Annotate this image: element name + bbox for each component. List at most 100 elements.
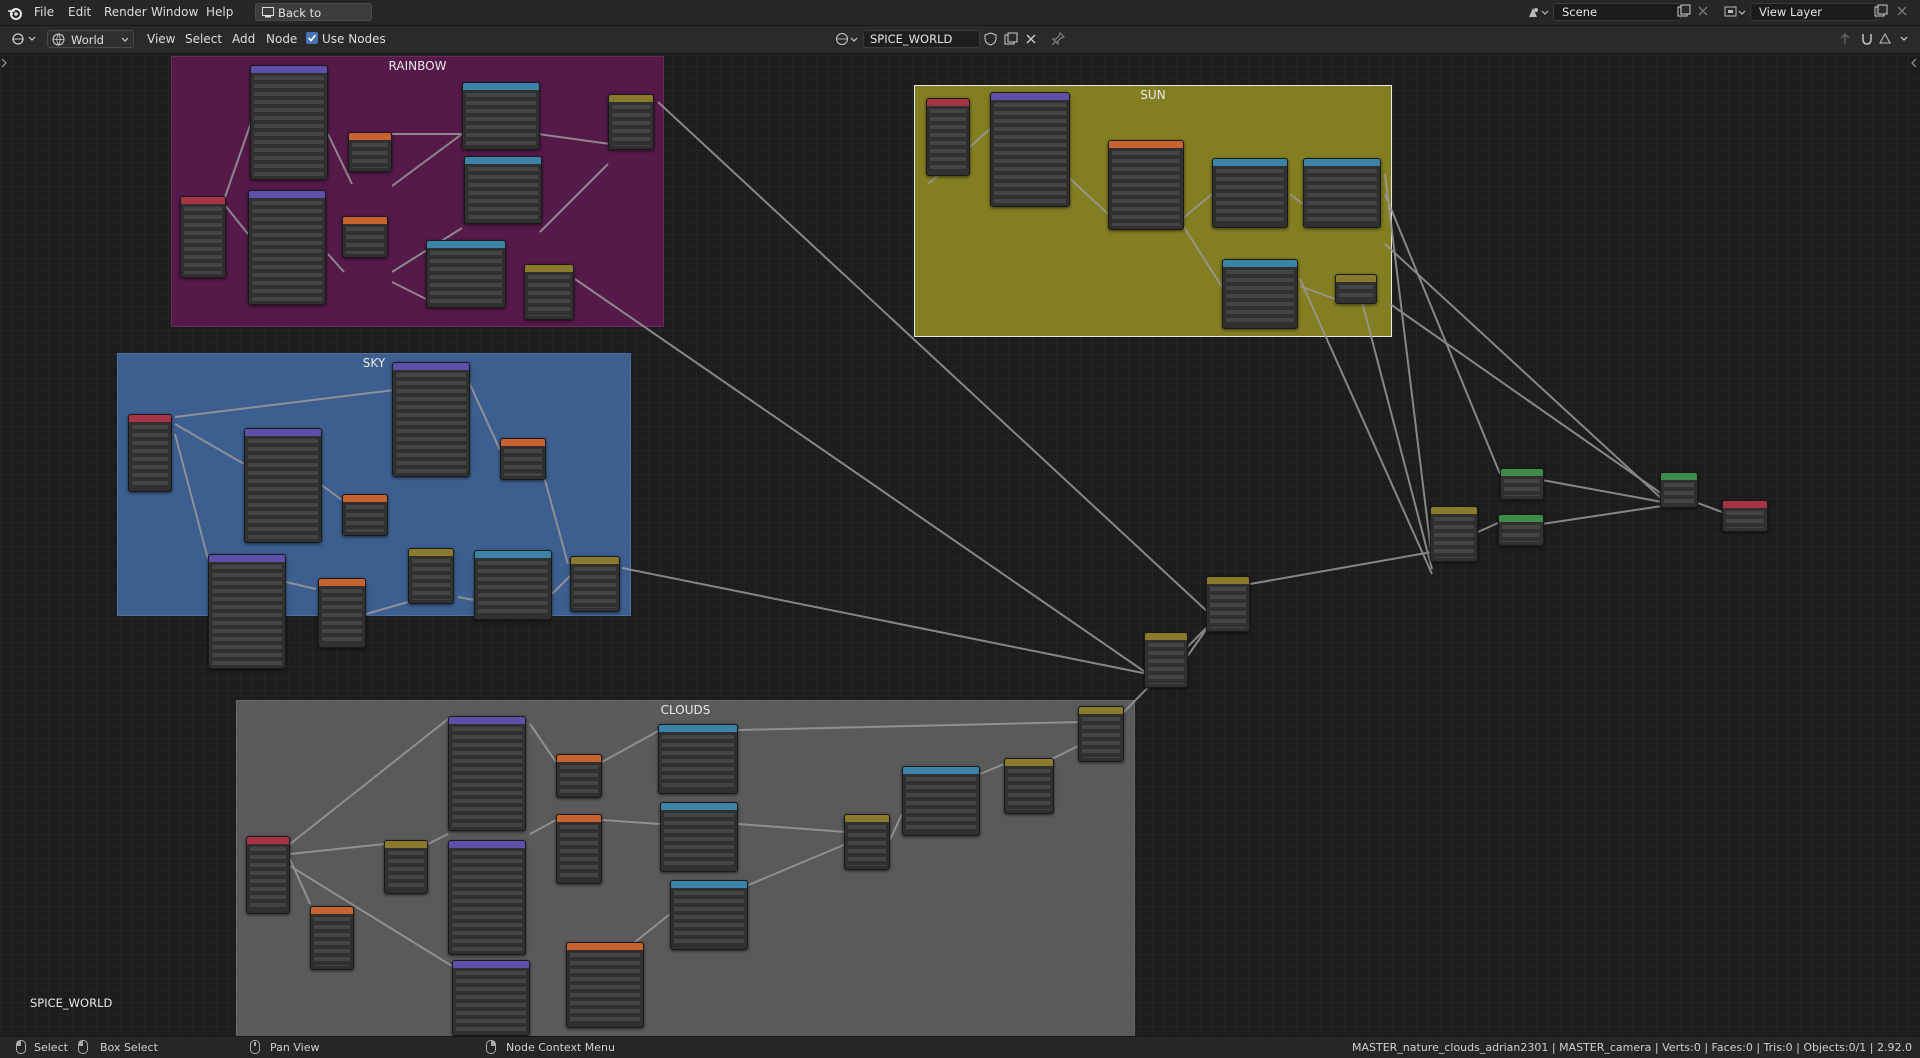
chevron-down-icon [121, 37, 129, 42]
menu-view[interactable]: View [147, 31, 175, 48]
menu-add[interactable]: Add [232, 31, 255, 48]
link-bg-to-addshader [1541, 505, 1663, 525]
node-mix-rgb[interactable] [844, 814, 890, 870]
node-mix-rgb[interactable] [1430, 506, 1478, 562]
menu-node[interactable]: Node [266, 31, 297, 48]
node-gradient-texture[interactable] [556, 754, 602, 798]
world-name-overlay: SPICE_WORLD [30, 996, 113, 1010]
node-color-ramp[interactable] [1303, 158, 1381, 228]
unlink-world-icon[interactable] [1025, 33, 1037, 45]
link-sun-f [1384, 243, 1663, 500]
menu-render[interactable]: Render [104, 4, 147, 21]
status-context-menu: Node Context Menu [506, 1041, 615, 1054]
node-image-texture[interactable] [566, 942, 644, 1028]
menu-file[interactable]: File [34, 4, 54, 21]
node-color-ramp[interactable] [1222, 259, 1298, 329]
node-gradient-texture[interactable] [500, 438, 546, 480]
chevron-down-icon[interactable] [1900, 36, 1908, 42]
node-emission[interactable] [1500, 468, 1544, 500]
node-hue-saturation[interactable] [1004, 758, 1054, 814]
node-editor-header: World View Select Add Node Use Nodes SPI… [0, 26, 1920, 54]
node-gradient-texture[interactable] [342, 216, 388, 258]
top-menu-bar: File Edit Render Window Help Back to Pre… [0, 0, 1920, 38]
mouse-left-drag-icon [78, 1040, 88, 1054]
node-background[interactable] [1498, 514, 1544, 546]
scene-icon[interactable] [1527, 5, 1549, 20]
editor-type-icon[interactable] [10, 31, 38, 47]
node-mapping[interactable] [448, 716, 526, 831]
world-name-value: SPICE_WORLD [870, 32, 953, 46]
node-mix-rgb[interactable] [608, 94, 654, 150]
world-browse-icon[interactable] [835, 32, 859, 47]
node-texture-coordinate[interactable] [180, 196, 226, 278]
node-texture-coordinate[interactable] [128, 414, 172, 492]
node-mix-rgb[interactable] [1078, 706, 1124, 762]
node-mapping[interactable] [452, 960, 530, 1036]
link-mix-to-final [1249, 551, 1433, 585]
node-gradient-texture[interactable] [348, 132, 392, 172]
menu-select[interactable]: Select [185, 31, 222, 48]
node-color-ramp[interactable] [902, 766, 980, 836]
screen-icon [262, 7, 274, 18]
node-mapping[interactable] [392, 362, 470, 477]
node-color-ramp[interactable] [462, 82, 540, 150]
status-box-select: Box Select [100, 1041, 158, 1054]
fake-user-shield-icon[interactable] [984, 32, 997, 46]
node-mix-rgb[interactable] [570, 556, 620, 612]
view-layer-field[interactable]: View Layer [1750, 3, 1877, 21]
node-noise-texture[interactable] [318, 578, 366, 648]
node-mix-rgb[interactable] [1335, 274, 1377, 304]
node-mix-rgb[interactable] [408, 548, 454, 604]
menu-edit[interactable]: Edit [68, 4, 91, 21]
status-scene-info: MASTER_nature_clouds_adrian2301 | MASTER… [1351, 1041, 1912, 1054]
node-mapping[interactable] [244, 428, 322, 543]
node-color-ramp[interactable] [658, 724, 738, 794]
node-mapping[interactable] [248, 190, 326, 305]
node-color-ramp[interactable] [660, 802, 738, 872]
node-texture-coordinate[interactable] [246, 836, 290, 914]
node-editor-canvas[interactable]: RAINBOW SUN SKY CLOUDS SPICE_WORLD [0, 54, 1920, 1036]
menu-window[interactable]: Window [151, 4, 198, 21]
shader-type-dropdown[interactable]: World [47, 30, 134, 48]
close-scene-icon[interactable] [1697, 5, 1709, 17]
node-gradient-texture[interactable] [342, 494, 388, 536]
node-color-ramp[interactable] [474, 550, 552, 620]
node-color-ramp[interactable] [464, 156, 542, 224]
duplicate-view-layer-icon[interactable] [1874, 4, 1888, 18]
node-mix-rgb[interactable] [384, 840, 428, 894]
duplicate-scene-icon[interactable] [1677, 4, 1691, 18]
node-mapping[interactable] [208, 554, 286, 669]
snap-magnet-icon[interactable] [1860, 32, 1874, 46]
node-hue-saturation[interactable] [524, 264, 574, 320]
snap-mode-icon[interactable] [1878, 32, 1892, 46]
node-image-texture[interactable] [1108, 140, 1184, 230]
node-mapping[interactable] [250, 65, 328, 180]
world-name-field[interactable]: SPICE_WORLD [863, 30, 980, 48]
node-mapping[interactable] [990, 92, 1070, 207]
view-layer-icon[interactable] [1724, 5, 1746, 20]
node-color-ramp[interactable] [1212, 158, 1288, 228]
close-view-layer-icon[interactable] [1896, 5, 1908, 17]
mouse-middle-icon [250, 1040, 260, 1054]
node-noise-texture[interactable] [310, 906, 354, 970]
new-world-icon[interactable] [1004, 32, 1018, 46]
node-texture-coordinate[interactable] [926, 98, 970, 176]
node-color-ramp[interactable] [670, 880, 748, 950]
scene-name: Scene [1562, 5, 1598, 19]
node-add-shader[interactable] [1660, 472, 1698, 508]
node-mix-rgb[interactable] [1144, 632, 1188, 688]
scene-field[interactable]: Scene [1553, 3, 1681, 21]
node-mix-rgb[interactable] [1206, 576, 1250, 632]
blender-logo-icon[interactable] [7, 5, 23, 21]
node-mapping[interactable] [448, 840, 526, 955]
node-color-ramp[interactable] [426, 240, 506, 308]
pin-icon[interactable] [1051, 32, 1065, 46]
node-world-output[interactable] [1722, 500, 1768, 532]
parent-node-tree-icon[interactable] [1838, 32, 1852, 46]
use-nodes-checkbox[interactable] [306, 32, 318, 44]
back-to-previous-button[interactable]: Back to Previous [255, 3, 372, 38]
link-sky-to-mix [621, 567, 1149, 675]
node-noise-texture[interactable] [556, 814, 602, 884]
checkmark-icon [307, 34, 317, 42]
menu-help[interactable]: Help [206, 4, 233, 21]
